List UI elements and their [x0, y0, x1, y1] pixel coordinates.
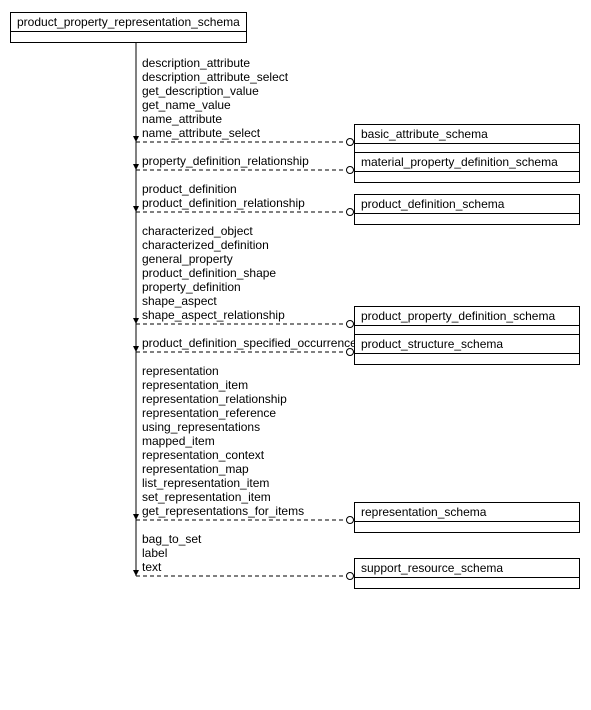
attribute-item: mapped_item	[142, 434, 215, 448]
attribute-item: representation_item	[142, 378, 248, 392]
attribute-item: description_attribute	[142, 56, 250, 70]
attribute-item: bag_to_set	[142, 532, 201, 546]
attribute-item: product_definition_relationship	[142, 196, 305, 210]
attribute-item: get_name_value	[142, 98, 231, 112]
attribute-item: representation_context	[142, 448, 264, 462]
target-schema-box: representation_schema	[354, 502, 580, 533]
target-schema-label: product_property_definition_schema	[355, 307, 579, 326]
target-schema-box: material_property_definition_schema	[354, 152, 580, 183]
target-schema-box: product_definition_schema	[354, 194, 580, 225]
attribute-item: characterized_definition	[142, 238, 269, 252]
attribute-item: product_definition_specified_occurrence	[142, 336, 357, 350]
attribute-item: product_definition_shape	[142, 266, 276, 280]
attribute-item: shape_aspect_relationship	[142, 308, 285, 322]
attribute-item: description_attribute_select	[142, 70, 288, 84]
attribute-item: using_representations	[142, 420, 260, 434]
attribute-item: representation	[142, 364, 219, 378]
target-schema-label: product_definition_schema	[355, 195, 579, 214]
attribute-item: representation_relationship	[142, 392, 287, 406]
attribute-item: product_definition	[142, 182, 237, 196]
attribute-item: list_representation_item	[142, 476, 269, 490]
target-schema-label: representation_schema	[355, 503, 579, 522]
attribute-item: property_definition_relationship	[142, 154, 309, 168]
target-schema-label: basic_attribute_schema	[355, 125, 579, 144]
attribute-item: property_definition	[142, 280, 241, 294]
attribute-item: name_attribute_select	[142, 126, 260, 140]
attribute-item: name_attribute	[142, 112, 222, 126]
attribute-item: shape_aspect	[142, 294, 217, 308]
main-schema-box: product_property_representation_schema	[10, 12, 247, 43]
attribute-item: label	[142, 546, 167, 560]
attribute-item: text	[142, 560, 161, 574]
attribute-item: representation_reference	[142, 406, 276, 420]
attribute-item: set_representation_item	[142, 490, 271, 504]
target-schema-box: basic_attribute_schema	[354, 124, 580, 155]
attribute-item: general_property	[142, 252, 233, 266]
attribute-item: get_description_value	[142, 84, 259, 98]
attribute-item: characterized_object	[142, 224, 253, 238]
attribute-item: representation_map	[142, 462, 249, 476]
main-schema-label: product_property_representation_schema	[11, 13, 246, 32]
target-schema-box: support_resource_schema	[354, 558, 580, 589]
attribute-item: get_representations_for_items	[142, 504, 304, 518]
target-schema-label: product_structure_schema	[355, 335, 579, 354]
target-schema-box: product_property_definition_schema	[354, 306, 580, 337]
target-schema-box: product_structure_schema	[354, 334, 580, 365]
target-schema-label: material_property_definition_schema	[355, 153, 579, 172]
target-schema-label: support_resource_schema	[355, 559, 579, 578]
